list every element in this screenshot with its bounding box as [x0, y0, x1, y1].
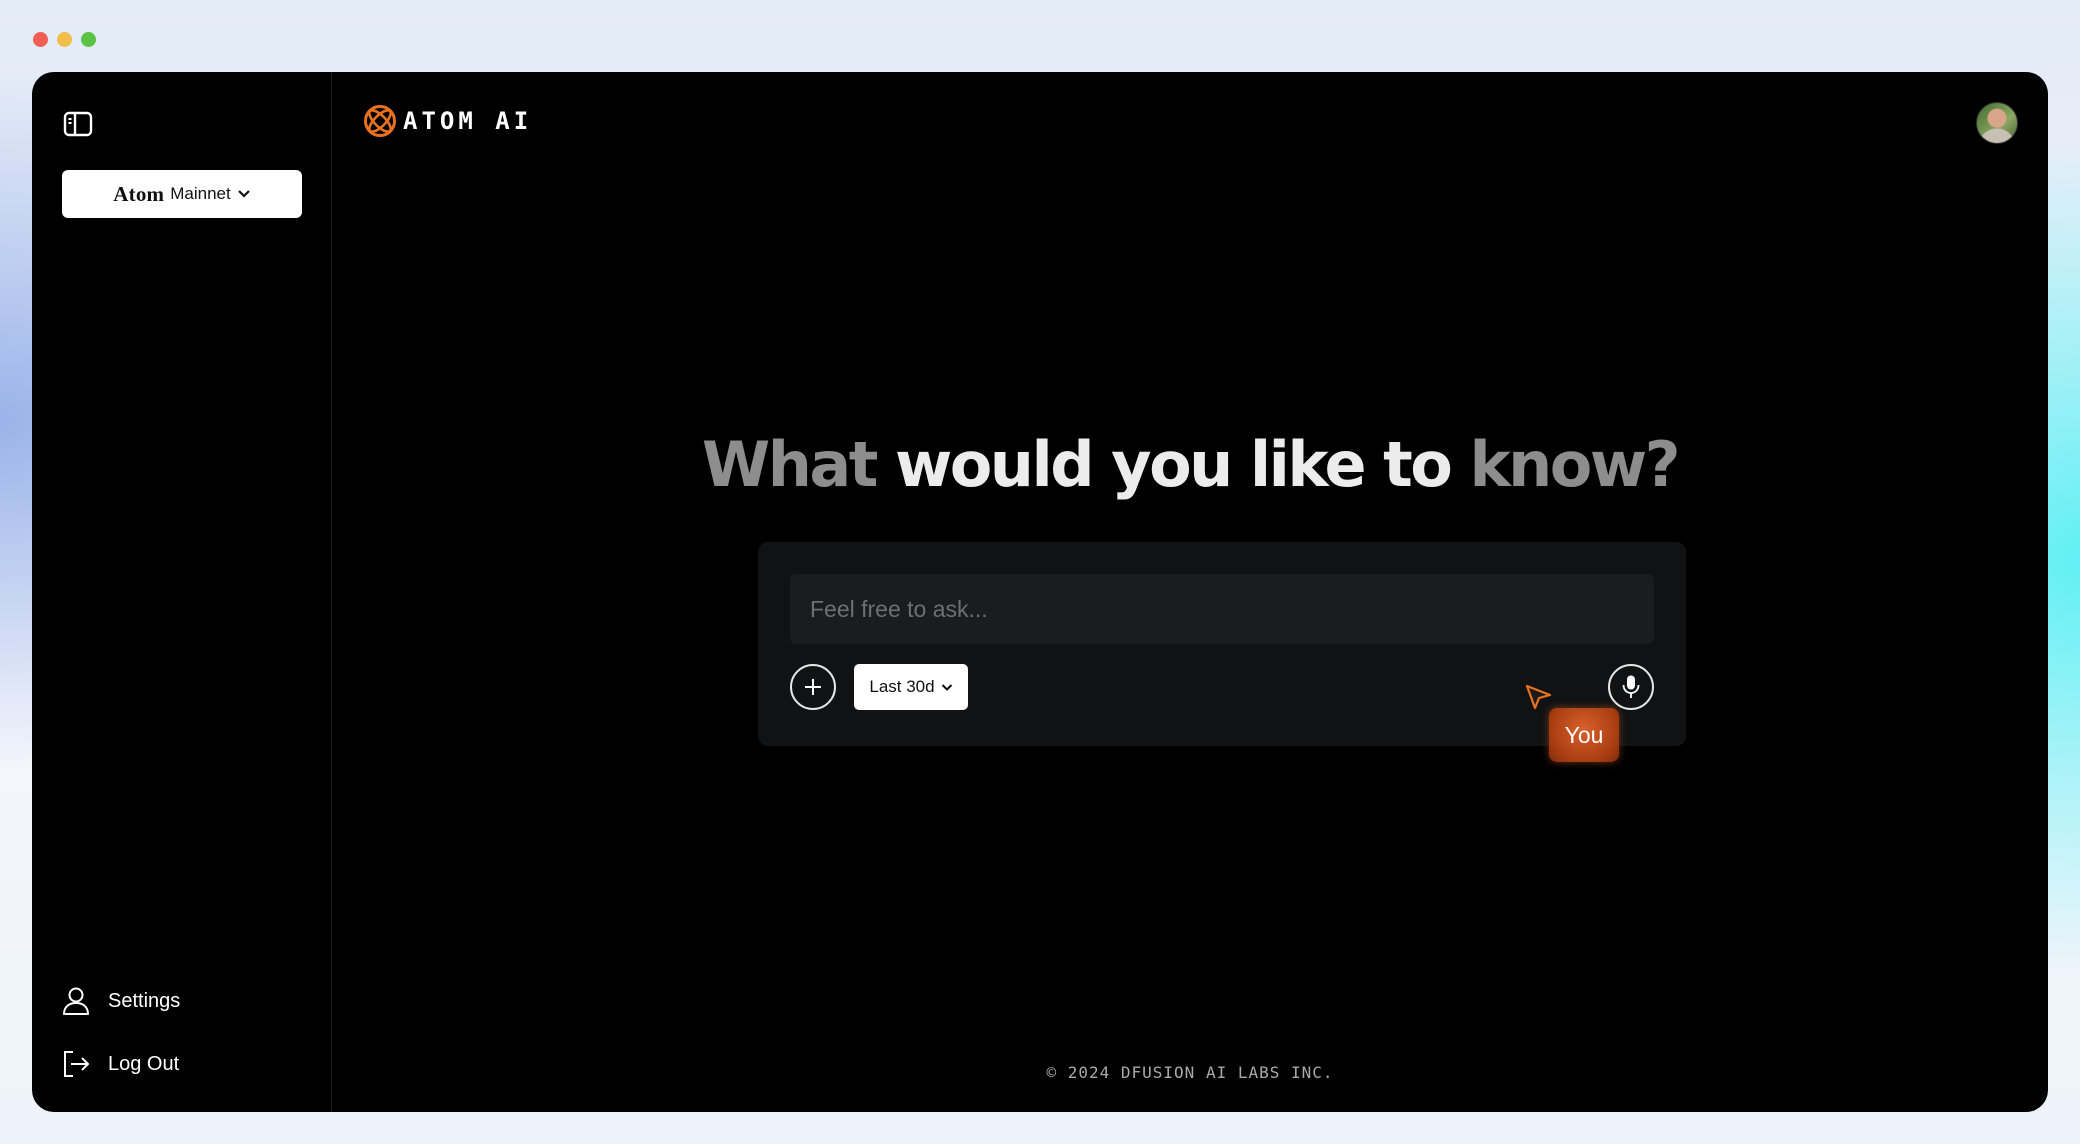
maximize-window-button[interactable]: [81, 32, 96, 47]
page-title: What would you like to know?: [332, 434, 2048, 496]
network-select[interactable]: Atom Mainnet: [62, 170, 302, 218]
headline-part-1: What: [701, 428, 879, 501]
sidebar-toggle-button[interactable]: [62, 108, 94, 140]
chevron-down-icon: [941, 683, 952, 691]
microphone-icon: [1622, 675, 1640, 698]
cursor-pointer-icon: [1525, 684, 1552, 710]
time-range-select[interactable]: Last 30d: [854, 664, 968, 710]
chevron-down-icon: [237, 190, 250, 198]
add-attachment-button[interactable]: [790, 664, 836, 710]
avatar[interactable]: [1976, 102, 2018, 144]
close-window-button[interactable]: [33, 32, 48, 47]
network-name: Mainnet: [170, 184, 231, 203]
logo-text: ATOM AI: [403, 107, 533, 135]
headline-part-3: know?: [1469, 428, 1680, 501]
cursor-label: You: [1549, 708, 1619, 762]
network-brand: Atom: [113, 181, 165, 206]
app-logo[interactable]: ATOM AI: [363, 104, 532, 138]
time-range-label: Last 30d: [869, 677, 935, 696]
logout-icon: [64, 1051, 90, 1077]
footer-copyright: © 2024 DFUSION AI LABS INC.: [1046, 1063, 1334, 1082]
app-window: Atom Mainnet Settings Log Out ATOM AI Wh…: [32, 72, 2048, 1112]
atom-logo-icon: [364, 105, 396, 137]
ask-panel: Last 30d: [758, 542, 1686, 746]
sidebar-item-logout[interactable]: Log Out: [62, 1050, 179, 1078]
headline-part-2: would you like to: [894, 428, 1453, 501]
plus-icon: [805, 679, 821, 695]
user-icon: [63, 987, 89, 1015]
sidebar-toggle-icon: [63, 111, 93, 137]
main-panel: ATOM AI What would you like to know? Las…: [332, 72, 2048, 1112]
sidebar-item-label: Settings: [108, 989, 181, 1012]
sidebar: Atom Mainnet Settings Log Out: [32, 72, 332, 1112]
ask-input[interactable]: [790, 574, 1654, 644]
minimize-window-button[interactable]: [57, 32, 72, 47]
window-controls: [33, 32, 96, 47]
sidebar-item-label: Log Out: [108, 1052, 180, 1075]
voice-input-button[interactable]: [1608, 664, 1654, 710]
sidebar-item-settings[interactable]: Settings: [62, 986, 180, 1016]
